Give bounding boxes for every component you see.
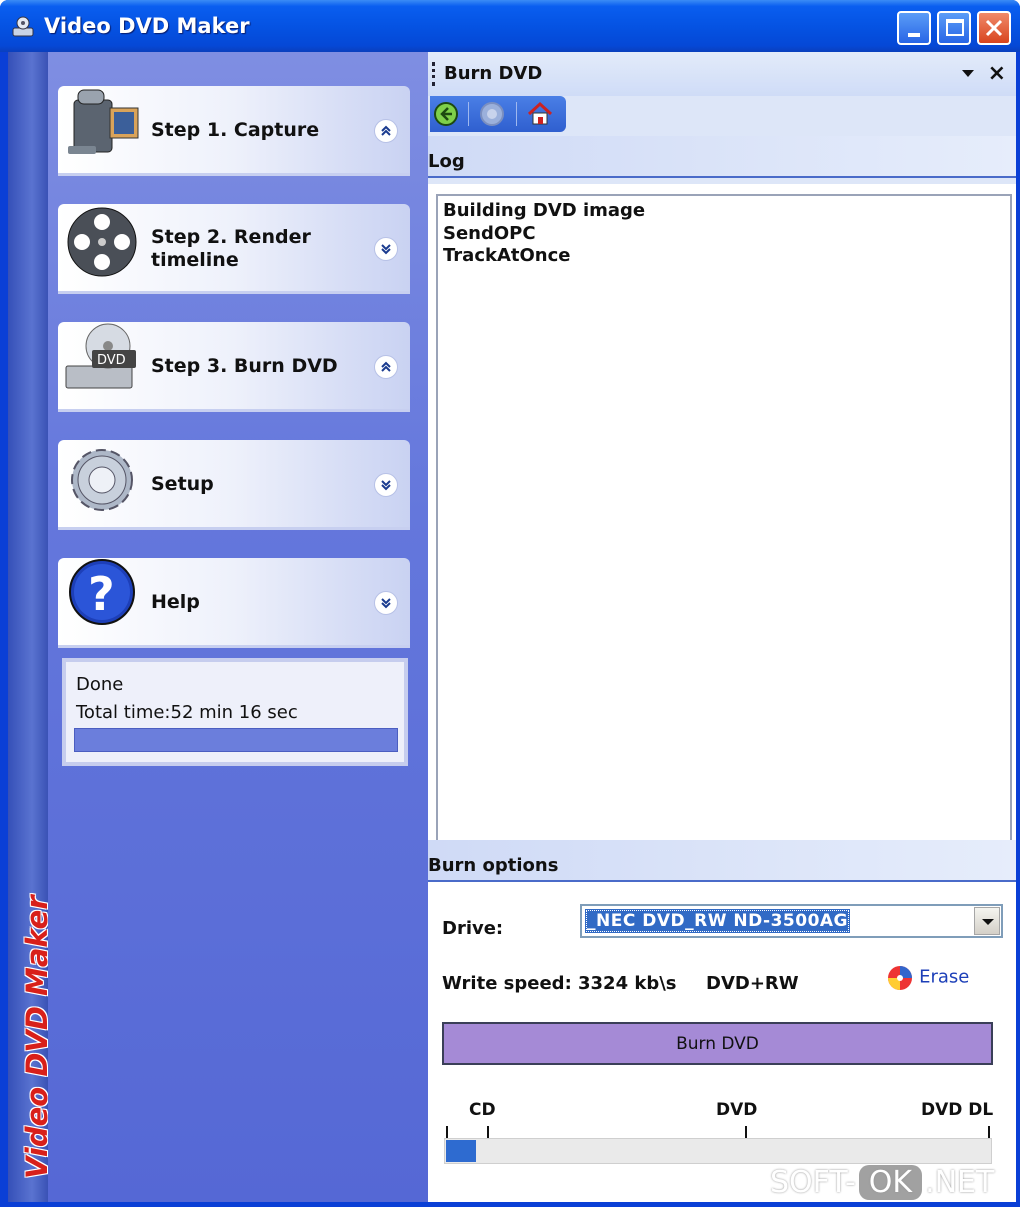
dropdown-arrow-icon[interactable] [962,70,974,77]
panel-header: Burn DVD × [428,52,1016,96]
status-text: Done [76,674,124,695]
back-icon[interactable] [432,100,460,128]
erase-disc-icon [888,966,912,990]
watermark-right: .NET [925,1164,995,1200]
step-capture[interactable]: Step 1. Capture [58,86,410,176]
burn-options-heading: Burn options [428,855,559,876]
help-icon: ? [69,559,135,625]
capacity-label-dvd-dl: DVD DL [921,1100,994,1120]
log-line: TrackAtOnce [443,245,571,266]
media-type-value: DVD+RW [706,973,799,994]
capacity-tick [487,1126,489,1138]
log-heading: Log [428,151,465,172]
chevron-down-icon[interactable] [374,473,398,497]
svg-text:DVD: DVD [97,353,126,368]
maximize-icon [946,19,964,36]
title-bar[interactable]: Video DVD Maker [0,0,1020,52]
watermark: SOFT- OK .NET [770,1160,994,1204]
grip-handle[interactable] [432,62,435,86]
camcorder-icon [68,89,139,154]
burn-dvd-button[interactable]: Burn DVD [442,1022,993,1065]
drive-select-value: _NEC DVD_RW ND-3500AG [585,909,851,933]
log-line: SendOPC [443,222,536,244]
minimize-icon [908,33,920,37]
gear-icon [71,449,133,511]
step-label: Setup [151,473,214,495]
total-time-text: Total time:52 min 16 sec [76,702,298,723]
step-label: Step 3. Burn DVD [151,355,338,377]
close-icon [985,19,1003,37]
brand-strip: Video DVD Maker [8,52,54,1202]
maximize-button[interactable] [937,11,971,45]
capacity-label-dvd: DVD [716,1100,758,1120]
chevron-up-icon[interactable] [374,355,398,379]
burn-options-header: Burn options [428,840,1016,882]
drive-select[interactable]: _NEC DVD_RW ND-3500AG [580,904,1003,938]
home-icon[interactable] [526,100,554,128]
minimize-button[interactable] [897,11,931,45]
close-button[interactable] [977,11,1011,45]
step-label: Help [151,591,200,613]
step-render-timeline[interactable]: Step 2. Render timeline [58,204,410,294]
close-icon[interactable]: × [988,61,1006,86]
capacity-bar-fill [446,1140,476,1162]
app-window: Video DVD Maker Video DVD Maker Step 1. … [0,0,1020,1207]
drive-label: Drive: [442,918,504,939]
log-section-header: Log [428,136,1016,178]
capacity-label-cd: CD [469,1100,496,1120]
step-label: Step 2. Render timeline [151,226,311,271]
capacity-tick [745,1126,747,1138]
watermark-left: SOFT- [770,1164,856,1200]
window-title: Video DVD Maker [44,14,250,38]
forward-icon[interactable] [478,100,506,128]
overall-progress-bar [74,728,398,752]
chevron-up-icon[interactable] [374,119,398,143]
app-icon [12,16,34,37]
capacity-tick [446,1126,448,1138]
step-label: Step 1. Capture [151,119,320,141]
panel-toolbar [430,96,566,132]
burn-options-area: Drive: _NEC DVD_RW ND-3500AG Write speed… [428,882,1016,1202]
step-setup[interactable]: Setup [58,440,410,530]
step-burn-dvd[interactable]: DVD Step 3. Burn DVD [58,322,410,412]
dvd-burner-icon: DVD [65,323,136,389]
chevron-down-icon[interactable] [374,591,398,615]
steps-panel: Step 1. Capture Step 2. Render timeline [48,52,428,1202]
film-reel-icon [67,207,137,277]
log-line: Building DVD image [443,200,646,221]
log-textbox[interactable]: Building DVD image SendOPC TrackAtOnce [436,194,1012,844]
svg-text:?: ? [88,567,115,621]
watermark-ok: OK [858,1164,923,1200]
dropdown-arrow-icon[interactable] [974,907,1000,935]
write-speed-label: Write speed: [442,973,572,994]
chevron-down-icon[interactable] [374,237,398,261]
burn-dvd-panel: Burn DVD × Log Building DVD image SendOP… [428,52,1016,1202]
panel-title: Burn DVD [444,63,543,84]
status-panel: Done Total time:52 min 16 sec [62,658,408,766]
capacity-tick [988,1126,990,1138]
erase-label: Erase [919,966,970,988]
erase-link[interactable]: Erase [886,964,969,992]
log-area: Building DVD image SendOPC TrackAtOnce [428,184,1016,852]
write-speed-value: 3324 kb\s [578,973,677,994]
step-help[interactable]: ? Help [58,558,410,648]
